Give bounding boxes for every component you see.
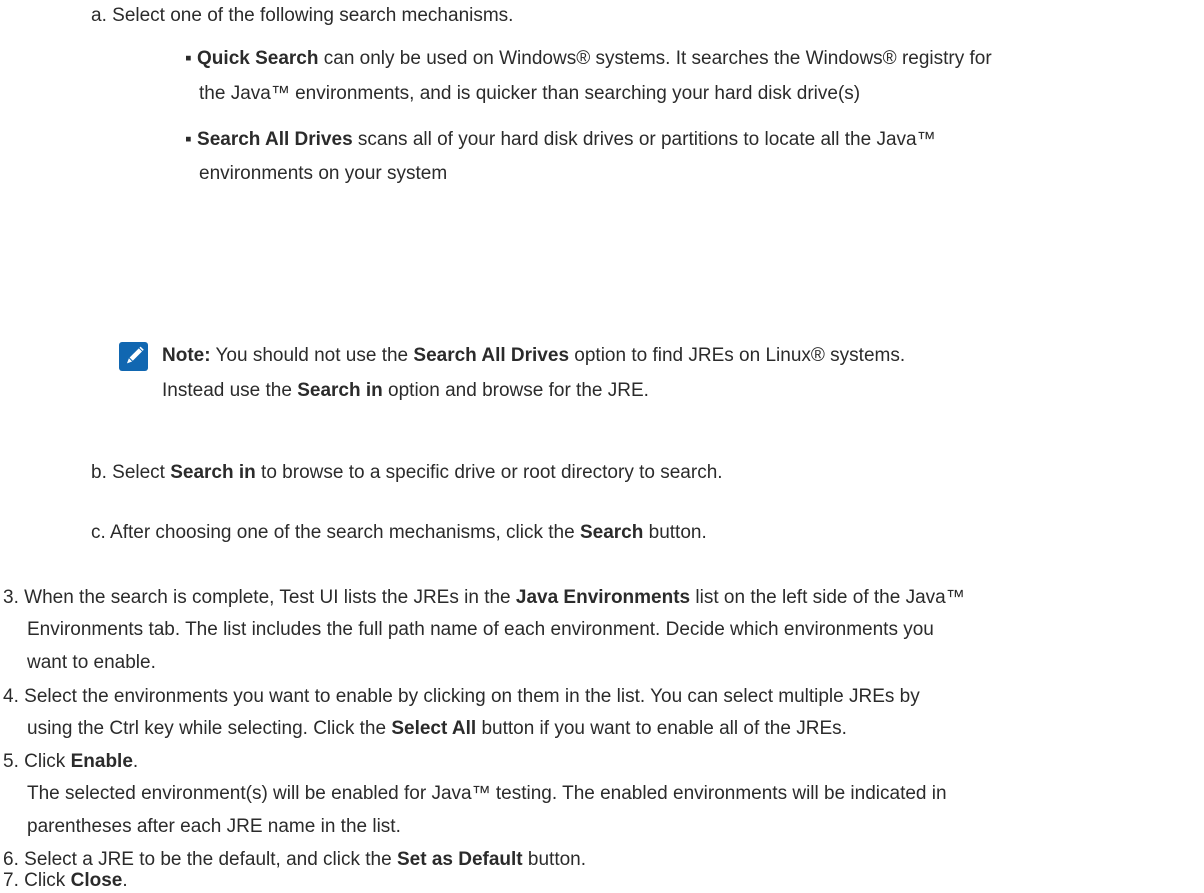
substep-marker: c. — [91, 522, 106, 543]
bullet-marker: ▪ — [185, 129, 192, 150]
substep-c: c. After choosing one of the search mech… — [91, 522, 707, 543]
term-search-all-drives: Search All Drives — [197, 129, 353, 150]
step-4: 4. Select the environments you want to e… — [3, 686, 920, 707]
note-line-1: Note: You should not use the Search All … — [162, 345, 906, 366]
step-number: 5. — [3, 751, 19, 772]
substep-b: b. Select Search in to browse to a speci… — [91, 462, 723, 483]
bullet-marker: ▪ — [185, 48, 192, 69]
step-7: 7. Click Close. — [3, 870, 128, 891]
term-search: Search — [579, 522, 644, 543]
step-number: 3. — [3, 587, 19, 608]
step-5-line-3: parentheses after each JRE name in the l… — [27, 816, 401, 837]
term-search-all-drives: Search All Drives — [413, 345, 570, 366]
bullet-quick-search-cont: the Java™ environments, and is quicker t… — [199, 83, 861, 104]
term-search-in: Search in — [297, 380, 383, 401]
step-number: 7. — [3, 870, 19, 891]
step-3-line-3: want to enable. — [27, 652, 156, 673]
pencil-icon — [119, 342, 148, 371]
bullet-quick-search: ▪ Quick Search can only be used on Windo… — [185, 47, 992, 71]
bullet-text: scans all of your hard disk drives or pa… — [352, 129, 936, 150]
note-label: Note: — [162, 345, 211, 366]
term-quick-search: Quick Search — [197, 48, 319, 69]
term-set-as-default: Set as Default — [396, 849, 523, 870]
term-enable: Enable — [70, 751, 133, 772]
note-line-2: Instead use the Search in option and bro… — [162, 380, 649, 401]
bullet-search-all-drives: ▪ Search All Drives scans all of your ha… — [185, 128, 936, 152]
term-select-all: Select All — [391, 718, 477, 739]
step-3-line-2: Environments tab. The list includes the … — [27, 619, 934, 640]
bullet-text: can only be used on Windows® systems. It… — [318, 48, 992, 69]
substep-a: a. Select one of the following search me… — [91, 4, 513, 28]
step-number: 4. — [3, 686, 19, 707]
bullet-search-all-drives-cont: environments on your system — [199, 163, 448, 184]
substep-marker: a. — [91, 5, 107, 26]
step-5: 5. Click Enable. — [3, 751, 139, 772]
step-5-line-2: The selected environment(s) will be enab… — [27, 783, 947, 804]
term-close: Close — [70, 870, 123, 891]
step-3: 3. When the search is complete, Test UI … — [3, 587, 965, 608]
step-4-line-2: using the Ctrl key while selecting. Clic… — [27, 718, 847, 739]
term-search-in: Search in — [170, 462, 256, 483]
step-number: 6. — [3, 849, 19, 870]
substep-text: Select one of the following search mecha… — [112, 5, 514, 26]
term-java-environments: Java Environments — [515, 587, 691, 608]
substep-marker: b. — [91, 462, 107, 483]
